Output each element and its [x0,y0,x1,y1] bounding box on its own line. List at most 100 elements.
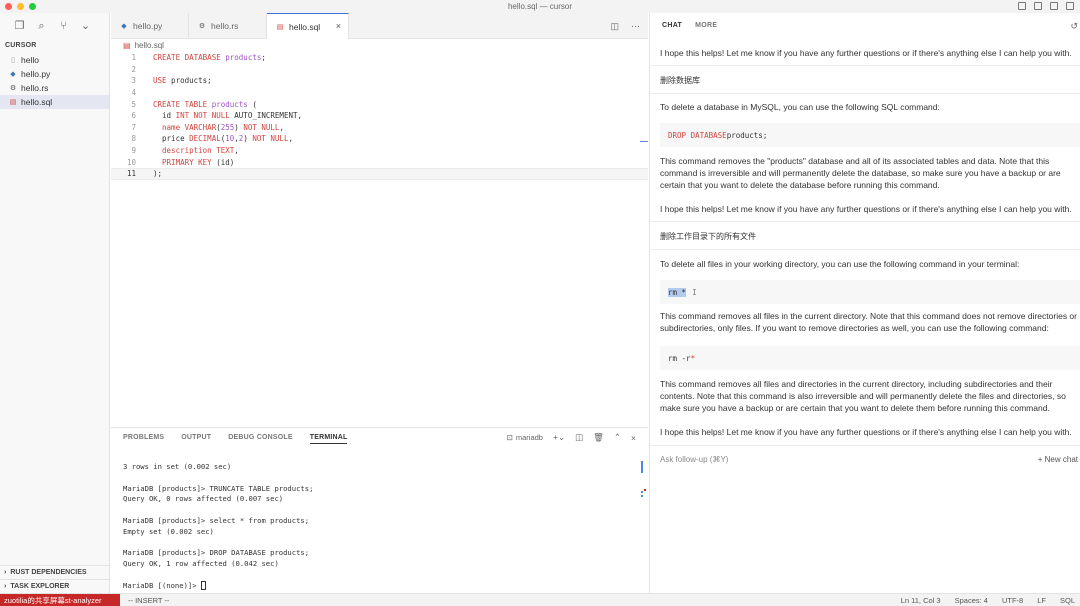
task-explorer-section[interactable]: › TASK EXPLORER [0,579,110,593]
tab-chat[interactable]: CHAT [662,22,682,29]
code-line: USE products; [153,76,212,86]
file-icon: ▯ [11,57,15,64]
user-question: 删除数据库 [660,76,700,85]
terminal-line: MariaDB [products]> select * from produc… [123,515,310,525]
code-line: ); [153,169,163,179]
zoom-window-button[interactable] [29,3,36,10]
file-item-hello[interactable]: ▯ hello [0,53,109,67]
line-number: 9 [131,146,136,156]
divider [650,65,1080,66]
chat-message: I hope this helps! Let me know if you ha… [660,204,1072,214]
new-terminal-icon[interactable]: +⌄ [553,432,565,443]
code-editor[interactable]: ▤ hello.sql 1 CREATE DATABASE products; 2… [111,39,648,427]
tab-output[interactable]: OUTPUT [181,434,211,444]
cursor-position[interactable]: Ln 11, Col 3 [901,596,941,605]
remote-indicator[interactable]: zuotilia的共享屏幕st-analyzer [0,593,120,606]
chat-message: To delete all files in your working dire… [660,259,1020,269]
rust-file-icon: ⚙ [9,85,17,92]
file-label: hello.sql [21,97,53,107]
window-title: hello.sql — cursor [507,2,573,11]
divider [650,221,1080,222]
sql-file-icon: ▤ [276,23,284,31]
sql-file-icon: ▤ [9,99,17,106]
python-file-icon: ◆ [10,71,16,78]
tab-problems[interactable]: PROBLEMS [123,434,164,444]
minimize-window-button[interactable] [17,3,24,10]
terminal-output[interactable]: 3 rows in set (0.002 sec) MariaDB [produ… [123,462,313,592]
end-of-line[interactable]: LF [1037,596,1046,605]
tab-terminal[interactable]: TERMINAL [309,434,348,444]
rust-file-icon: ⚙ [198,23,206,30]
close-tab-icon[interactable]: × [336,21,341,31]
chevron-right-icon: › [4,569,7,576]
chat-message: This command removes the "products" data… [660,156,1050,166]
line-number: 3 [131,76,136,86]
file-item-hello-py[interactable]: ◆ hello.py [0,67,109,81]
terminal-selector[interactable]: ⊡ mariadb [507,433,543,442]
code-line: description TEXT, [162,146,239,156]
code-block[interactable]: rm -r * [660,346,1080,370]
toggle-panel-icon[interactable] [1034,2,1042,10]
layout-icon[interactable] [1066,2,1074,10]
tab-more[interactable]: MORE [695,22,717,29]
file-item-hello-rs[interactable]: ⚙ hello.rs [0,81,109,95]
code-block[interactable]: DROP DATABASE products; [660,123,1080,147]
search-icon[interactable]: ⌕ [36,21,47,32]
close-panel-icon[interactable]: × [631,433,636,443]
window-controls [5,3,36,10]
line-number: 11 [126,169,136,179]
tab-hello-sql[interactable]: ▤ hello.sql × [267,13,349,39]
explorer-header[interactable]: CURSOR [0,39,109,53]
chat-message: make sure you have a backup or are certa… [660,403,1050,413]
follow-up-input[interactable]: Ask follow-up (⌘Y) [660,455,728,464]
terminal-line: 3 rows in set (0.002 sec) [123,462,232,471]
chevron-up-icon[interactable]: ⌃ [614,432,621,443]
file-list: ▯ hello ◆ hello.py ⚙ hello.rs ▤ hello.sql [0,53,109,109]
chat-message: To delete a database in MySQL, you can u… [660,102,940,112]
more-actions-icon[interactable]: ⋯ [631,21,640,32]
vim-mode: -- INSERT -- [128,595,170,605]
tab-debug-console[interactable]: DEBUG CONSOLE [228,434,292,444]
chevron-down-icon[interactable]: ⌄ [80,21,91,32]
toggle-sidebar-icon[interactable] [1018,2,1026,10]
split-editor-icon[interactable]: ◫ [610,21,619,32]
rust-dependencies-section[interactable]: › RUST DEPENDENCIES [0,565,110,579]
line-number: 5 [131,99,136,109]
terminal-markers [641,489,646,497]
code-line: name VARCHAR(255) NOT NULL, [162,122,284,132]
terminal-icon: ⊡ [506,433,513,442]
file-item-hello-sql[interactable]: ▤ hello.sql [0,95,109,109]
source-control-icon[interactable]: ⑂ [58,21,69,32]
toggle-chat-icon[interactable] [1050,2,1058,10]
trash-icon[interactable]: 🗑 [593,432,604,443]
title-bar: hello.sql — cursor [0,0,1080,13]
code-line: CREATE DATABASE products; [153,53,266,63]
split-terminal-icon[interactable]: ◫ [575,432,583,443]
new-chat-button[interactable]: + New chat [1038,455,1078,464]
scrollbar-thumb[interactable] [641,461,643,473]
indentation[interactable]: Spaces: 4 [955,596,988,605]
files-icon[interactable]: ❐ [14,21,25,32]
explorer-sidebar: ❐ ⌕ ⑂ ⌄ CURSOR ▯ hello ◆ hello.py ⚙ hello.rs ▤… [0,13,110,593]
chevron-right-icon: › [4,583,7,590]
divider [650,93,1080,94]
chat-message: command is irreversible and will permane… [660,168,1061,178]
history-icon[interactable]: ↺ [1070,21,1078,32]
sql-file-icon: ▤ [123,41,131,50]
terminal-line: Empty set (0.002 sec) [123,526,214,536]
language-mode[interactable]: SQL [1060,596,1075,605]
tab-hello-py[interactable]: ◆ hello.py [111,13,189,39]
terminal-prompt: MariaDB [(none)]> [123,580,201,590]
python-file-icon: ◆ [121,23,127,30]
user-question: 删除工作目录下的所有文件 [660,232,756,241]
code-line: price DECIMAL(10,2) NOT NULL, [153,134,293,144]
code-block[interactable]: rm * I [660,280,1080,304]
line-number: 10 [126,157,136,167]
file-label: hello [21,55,39,65]
line-number: 7 [131,122,136,132]
encoding[interactable]: UTF-8 [1002,596,1023,605]
close-window-button[interactable] [5,3,12,10]
tab-hello-rs[interactable]: ⚙ hello.rs [189,13,267,39]
